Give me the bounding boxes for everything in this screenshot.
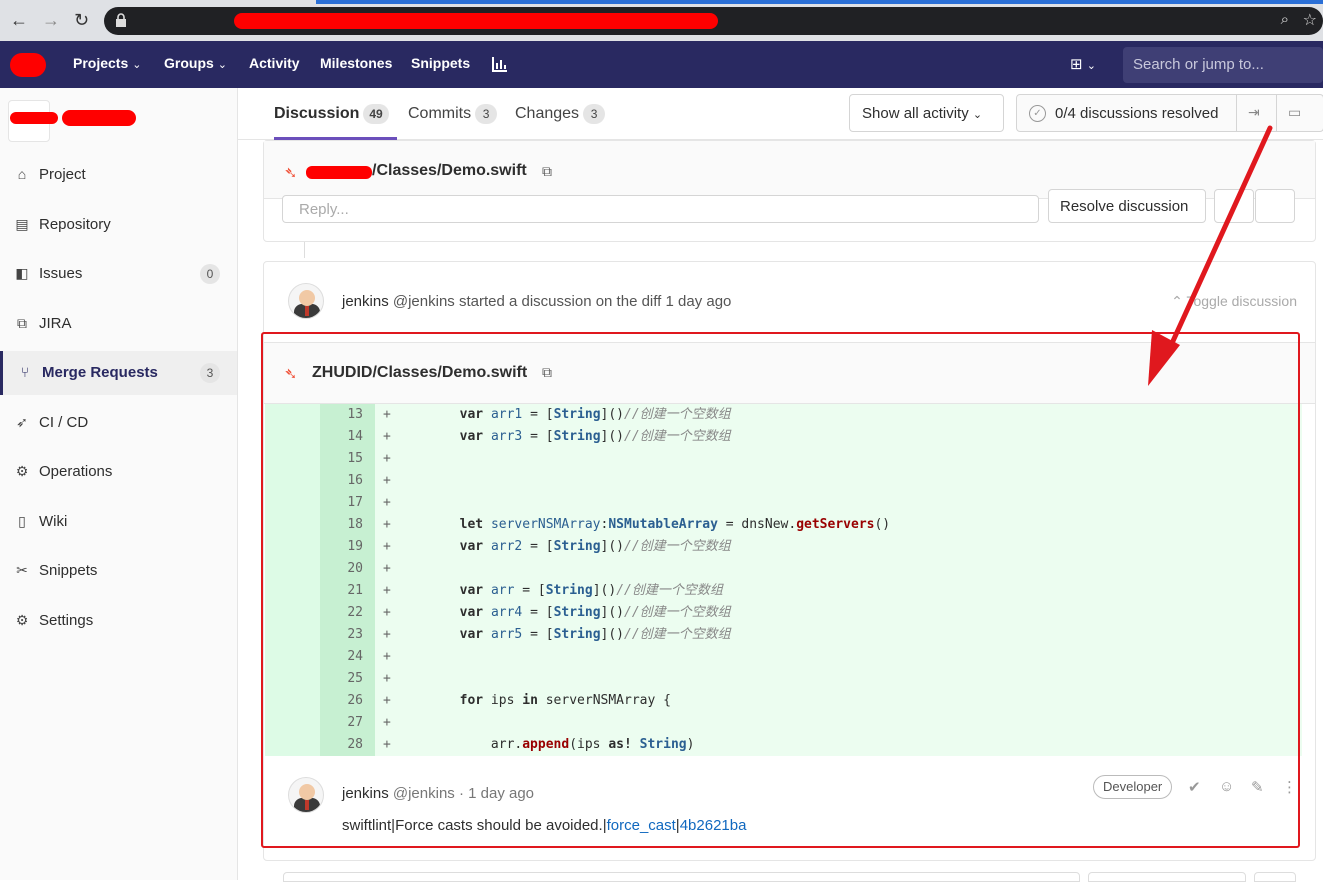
- rocket-icon: ➶: [16, 413, 28, 430]
- sidebar-item-label: Merge Requests: [42, 364, 158, 381]
- sidebar-item-label: Snippets: [39, 562, 98, 579]
- tab-changes[interactable]: Changes 3: [515, 104, 606, 124]
- count-badge: 0: [200, 264, 220, 284]
- chevron-down-icon: ⌄: [217, 59, 227, 71]
- count-badge: 49: [363, 104, 389, 124]
- sidebar-item-merge-requests[interactable]: ⑂ Merge Requests 3: [0, 351, 237, 395]
- sidebar-item-label: Project: [39, 166, 86, 183]
- sidebar-item-label: Wiki: [39, 512, 68, 530]
- sidebar-item-label: JIRA: [39, 314, 72, 332]
- resolved-text: 0/4 discussions resolved: [1055, 105, 1219, 122]
- timestamp[interactable]: 1 day ago: [666, 293, 732, 310]
- sidebar-item-repository[interactable]: ▤ Repository: [0, 203, 237, 247]
- sidebar-item-issues[interactable]: ◧ Issues 0: [0, 252, 237, 296]
- file-path[interactable]: /Classes/Demo.swift: [372, 162, 527, 180]
- analytics-chart-icon[interactable]: [492, 56, 508, 72]
- chevron-down-icon: ⌄: [1086, 60, 1096, 72]
- merge-icon: ⑂: [20, 364, 30, 380]
- resolve-new-issue-button[interactable]: [1214, 189, 1254, 223]
- sidebar-item-label: Settings: [39, 611, 94, 629]
- back-icon[interactable]: ←: [10, 10, 28, 31]
- search-input[interactable]: Search or jump to...: [1123, 47, 1323, 83]
- nav-milestones[interactable]: Milestones: [320, 55, 392, 71]
- jump-next-button[interactable]: [1255, 189, 1295, 223]
- home-icon: ⌂: [17, 166, 27, 182]
- discussion-header: jenkins @jenkins started a discussion on…: [264, 262, 1315, 340]
- plus-square-icon: ⊞: [1070, 56, 1083, 73]
- address-bar[interactable]: ⌕ ☆: [104, 7, 1323, 35]
- redacted-project-name: [62, 110, 136, 126]
- sidebar-item-snippets[interactable]: ✂ Snippets: [0, 549, 237, 593]
- jira-icon: ⧉: [17, 314, 27, 331]
- sidebar-item-project[interactable]: ⌂ Project: [0, 153, 237, 197]
- scissors-icon: ✂: [16, 562, 28, 578]
- book-icon: ▯: [18, 512, 26, 529]
- count-badge: 3: [583, 104, 606, 124]
- next-resolve-button[interactable]: [1088, 872, 1246, 882]
- next-reply-input[interactable]: [283, 872, 1080, 882]
- sidebar-item-label: Repository: [39, 215, 111, 233]
- chevron-down-icon: ⌄: [972, 109, 983, 121]
- thread-connector: [304, 242, 305, 258]
- chevron-up-icon: ⌃: [1171, 293, 1183, 309]
- redacted-url: [234, 13, 718, 29]
- gear-icon: ⚙: [15, 611, 29, 628]
- annotation-highlight-box: [261, 332, 1300, 848]
- activity-filter-dropdown[interactable]: Show all activity ⌄: [849, 94, 1004, 132]
- swift-file-icon: ➴: [284, 165, 298, 182]
- bookmark-star-icon[interactable]: ☆: [1303, 10, 1317, 30]
- project-sidebar: ⌂ Project ▤ Repository ◧ Issues 0 ⧉ JIRA ⑂ Merge R…: [0, 88, 238, 880]
- issues-icon: ◧: [15, 265, 29, 281]
- sidebar-item-label: Operations: [39, 463, 113, 480]
- tab-discussion[interactable]: Discussion 49: [274, 104, 389, 124]
- forward-icon[interactable]: →: [42, 10, 60, 31]
- reload-icon[interactable]: ↻: [74, 10, 89, 31]
- redacted-project-label: [10, 112, 58, 124]
- toggle-discussion[interactable]: ⌃ Toggle discussion: [1171, 293, 1297, 310]
- top-navbar: Projects ⌄ Groups ⌄ Activity Milestones Sn…: [0, 41, 1323, 88]
- avatar[interactable]: [288, 283, 324, 319]
- sidebar-item-label: Issues: [39, 265, 83, 282]
- mr-tabs-bar: Discussion 49 Commits 3 Changes 3 Show all …: [238, 88, 1323, 140]
- doc-icon: ▤: [15, 215, 29, 232]
- next-action-button[interactable]: [1254, 872, 1296, 882]
- browser-toolbar: ← → ↻ ⌕ ☆: [0, 0, 1323, 41]
- nav-snippets[interactable]: Snippets: [411, 55, 470, 71]
- chevron-down-icon: ⌄: [132, 59, 142, 71]
- nav-groups[interactable]: Groups ⌄: [164, 55, 227, 71]
- lock-icon: [116, 13, 126, 27]
- logo-redacted[interactable]: [10, 53, 46, 77]
- count-badge: 3: [475, 104, 498, 124]
- sidebar-item-jira[interactable]: ⧉ JIRA: [0, 302, 237, 346]
- redacted-path: [306, 166, 372, 179]
- cloud-gear-icon: ⚙: [15, 463, 29, 479]
- tab-commits[interactable]: Commits 3: [408, 104, 498, 124]
- copy-icon[interactable]: ⧉: [542, 163, 552, 180]
- discussion-thread-1: ➴ /Classes/Demo.swift ⧉ Reply... Resolve…: [263, 140, 1316, 258]
- active-tab-strip: [316, 0, 1323, 4]
- new-item-dropdown[interactable]: ⊞ ⌄: [1070, 55, 1096, 73]
- sidebar-item-operations[interactable]: ⚙ Operations: [0, 450, 237, 494]
- author-name[interactable]: jenkins: [342, 293, 389, 310]
- next-unresolved-icon[interactable]: ⇥: [1248, 104, 1260, 121]
- resolve-discussion-button[interactable]: Resolve discussion: [1048, 189, 1206, 223]
- action-text: started a discussion on the diff: [458, 293, 662, 310]
- sidebar-item-settings[interactable]: ⚙ Settings: [0, 599, 237, 643]
- author-handle[interactable]: @jenkins: [393, 293, 455, 310]
- reply-input[interactable]: Reply...: [282, 195, 1039, 223]
- sidebar-item-label: CI / CD: [39, 413, 89, 431]
- count-badge: 3: [200, 363, 220, 383]
- check-circle-icon: ✓: [1029, 105, 1046, 122]
- sidebar-item-ci-cd[interactable]: ➶ CI / CD: [0, 401, 237, 445]
- zoom-icon[interactable]: ⌕: [1281, 11, 1289, 28]
- nav-activity[interactable]: Activity: [249, 55, 300, 71]
- discussion-summary: jenkins @jenkins started a discussion on…: [342, 293, 731, 310]
- discussions-resolved-counter: ✓ 0/4 discussions resolved ⇥ ▭: [1016, 94, 1323, 132]
- sidebar-item-wiki[interactable]: ▯ Wiki: [0, 500, 237, 544]
- comment-icon[interactable]: ▭: [1288, 104, 1301, 121]
- nav-projects[interactable]: Projects ⌄: [73, 55, 141, 71]
